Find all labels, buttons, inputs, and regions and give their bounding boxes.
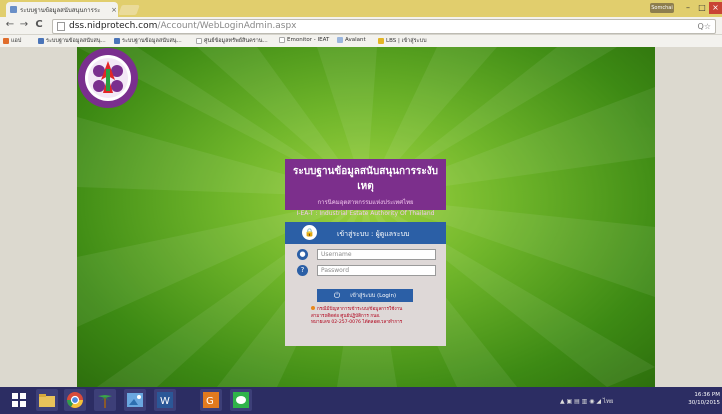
bookmark-favicon-icon [38, 38, 44, 44]
user-icon: ● [297, 249, 308, 260]
password-input[interactable] [317, 265, 436, 276]
agency-name-thai: การนิคมอุตสาหกรรมแห่งประเทศไทย [317, 199, 414, 206]
bookmark-item[interactable]: Avalant [337, 37, 366, 43]
login-header-label: เข้าสู่ระบบ : ผู้ดูแลระบบ [337, 230, 410, 238]
bookmark-apps[interactable]: แอป [3, 37, 21, 45]
bookmark-item[interactable]: ศูนย์ข้อมูลทรัพย์สินคราน... [196, 37, 268, 45]
browser-toolbar: ← → C dss.nidprotech.com/Account/WebLogi… [0, 17, 722, 35]
url-domain: dss.nidprotech.com [69, 21, 158, 31]
image-viewer-icon[interactable] [124, 389, 146, 411]
avalant-icon [337, 37, 343, 43]
lbs-icon [378, 38, 384, 44]
agency-name-english: I-EA-T : Industrial Estate Authority Of … [296, 210, 435, 217]
key-icon: ? [297, 265, 308, 276]
browser-tab[interactable]: ระบบฐานข้อมูลสนับสนุนการระ × [6, 2, 118, 17]
page-icon [196, 38, 202, 44]
minimize-button[interactable]: – [682, 2, 694, 14]
username-input[interactable] [317, 249, 436, 260]
page-icon [57, 22, 65, 31]
windows-taskbar: W G ▲ ▣ ▤ ▥ ◉ ◢ ไทย 16:36 PM 30/10/2015 [0, 387, 722, 414]
power-icon: ⏻ [333, 290, 341, 300]
search-star-icon[interactable]: Q☆ [698, 20, 711, 33]
login-panel: 🔒 เข้าสู่ระบบ : ผู้ดูแลระบบ ● ? ⏻ เข้าสู… [285, 222, 446, 346]
clock-date: 30/10/2015 [688, 400, 720, 406]
clock-time: 16:36 PM [694, 392, 720, 398]
bookmark-item[interactable]: ระบบฐานข้อมูลสนับสนุ... [38, 37, 106, 45]
reload-button[interactable]: C [33, 19, 45, 31]
browser-tab-strip: ระบบฐานข้อมูลสนับสนุนการระ × Somchai – □… [0, 0, 722, 17]
login-button[interactable]: ⏻ เข้าสู่ระบบ (Login) [317, 289, 413, 302]
close-window-button[interactable]: × [709, 2, 722, 14]
g-app-icon[interactable]: G [200, 389, 222, 411]
bookmark-item[interactable]: ระบบฐานข้อมูลสนับสนุ... [114, 37, 182, 45]
chat-app-icon[interactable] [230, 389, 252, 411]
apps-grid-icon [3, 38, 9, 44]
word-icon[interactable]: W [154, 389, 176, 411]
bookmark-favicon-icon [114, 38, 120, 44]
system-tray[interactable]: ▲ ▣ ▤ ▥ ◉ ◢ ไทย [560, 396, 613, 406]
tab-title: ระบบฐานข้อมูลสนับสนุนการระ [20, 6, 101, 14]
page-favicon-icon [10, 6, 17, 13]
maximize-button[interactable]: □ [696, 2, 708, 14]
svg-text:G: G [206, 396, 214, 407]
palm-tree-app-icon[interactable] [94, 389, 116, 411]
web-page: ระบบฐานข้อมูลสนับสนุนการระงับเหตุ การนิค… [0, 47, 722, 387]
bullet-icon [311, 306, 315, 310]
new-tab-button[interactable] [118, 5, 140, 15]
login-button-label: เข้าสู่ระบบ (Login) [350, 292, 397, 299]
bookmark-item[interactable]: LBS | เข้าสู่ระบบ [378, 37, 427, 45]
login-header: 🔒 เข้าสู่ระบบ : ผู้ดูแลระบบ [285, 222, 446, 244]
tab-close-icon[interactable]: × [110, 6, 118, 14]
lock-icon: 🔒 [302, 225, 317, 240]
svg-text:W: W [160, 396, 170, 407]
bookmark-item[interactable]: Emonitor - IEAT [279, 37, 329, 43]
profile-button[interactable]: Somchai [650, 3, 674, 13]
start-windows-icon[interactable] [8, 389, 30, 411]
address-bar[interactable]: dss.nidprotech.com/Account/WebLoginAdmin… [52, 19, 716, 34]
ieat-logo [78, 48, 138, 108]
back-button[interactable]: ← [4, 19, 16, 31]
file-explorer-icon[interactable] [36, 389, 58, 411]
page-icon [279, 37, 285, 43]
chrome-icon[interactable] [64, 389, 86, 411]
help-note: กรณีมีปัญหาการเข้าระบบ/ข้อมูลการใช้งาน ส… [311, 306, 403, 325]
system-title: ระบบฐานข้อมูลสนับสนุนการระงับเหตุ [292, 166, 439, 192]
url-path: /Account/WebLoginAdmin.aspx [157, 21, 297, 31]
system-clock[interactable]: 16:36 PM 30/10/2015 [682, 391, 720, 407]
system-title-banner: ระบบฐานข้อมูลสนับสนุนการระงับเหตุ การนิค… [285, 159, 446, 217]
forward-button[interactable]: → [18, 19, 30, 31]
